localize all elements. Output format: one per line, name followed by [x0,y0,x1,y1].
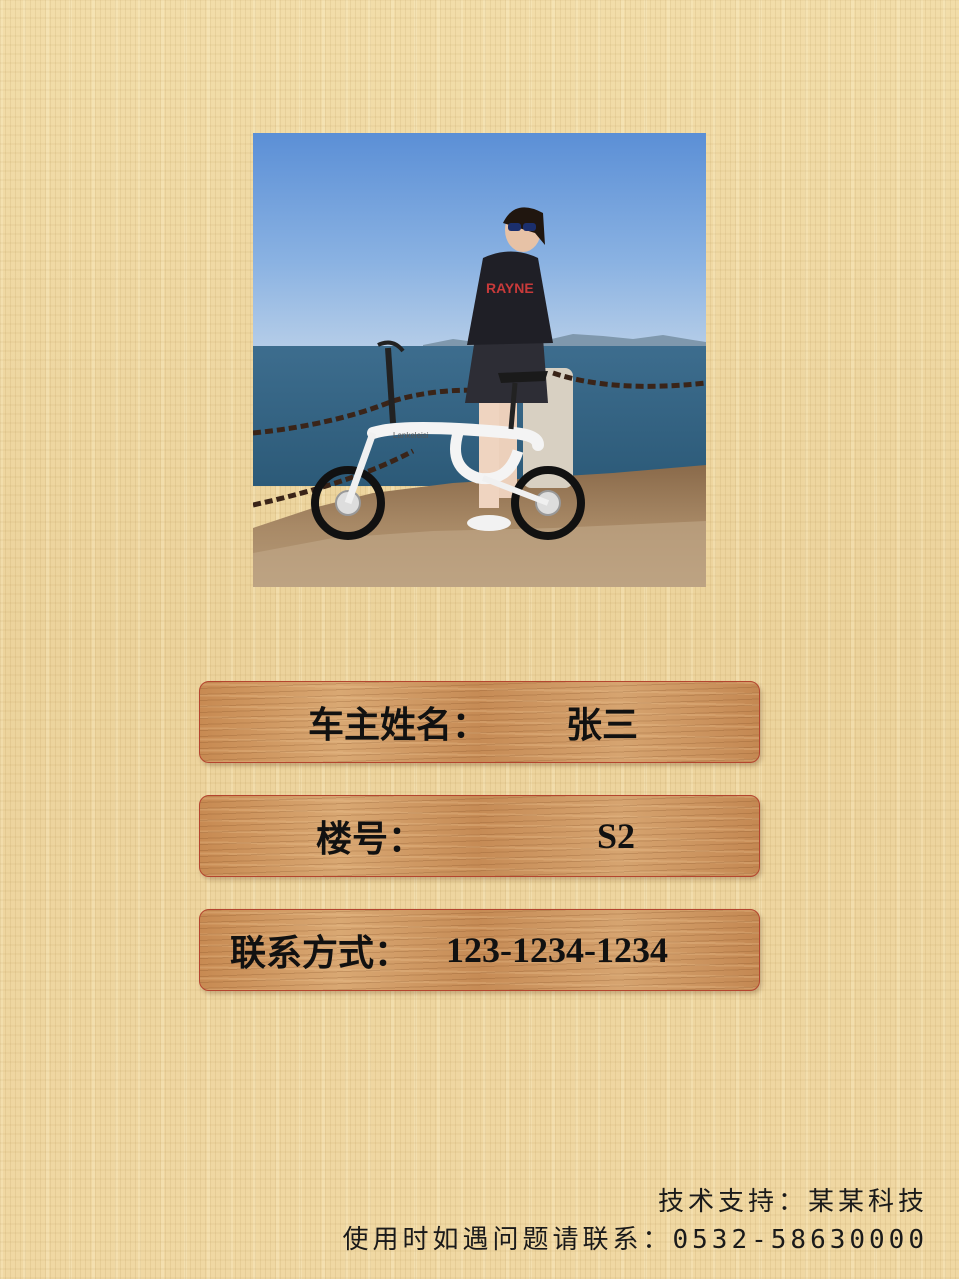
building-number-value: S2 [597,816,636,856]
building-number-label: 楼号： [316,819,425,859]
shirt-print: RAYNE [486,280,534,296]
contact-value: 123-1234-1234 [446,930,668,970]
owner-name-plate: 车主姓名： 张三 [199,681,760,763]
contact-label: 联系方式： [230,933,411,973]
bike-brand-text: Lankeleisi [393,431,429,440]
tech-support-text: 技术支持：某某科技 [657,1187,928,1217]
owner-name-label: 车主姓名： [308,705,489,745]
contact-plate: 联系方式： 123-1234-1234 [199,909,760,991]
owner-photo: RAYNE Lankeleisi [253,133,706,587]
building-number-plate: 楼号： S2 [199,795,760,877]
owner-name-value: 张三 [566,705,639,745]
help-contact-text: 使用时如遇问题请联系：0532-58630000 [342,1225,928,1255]
